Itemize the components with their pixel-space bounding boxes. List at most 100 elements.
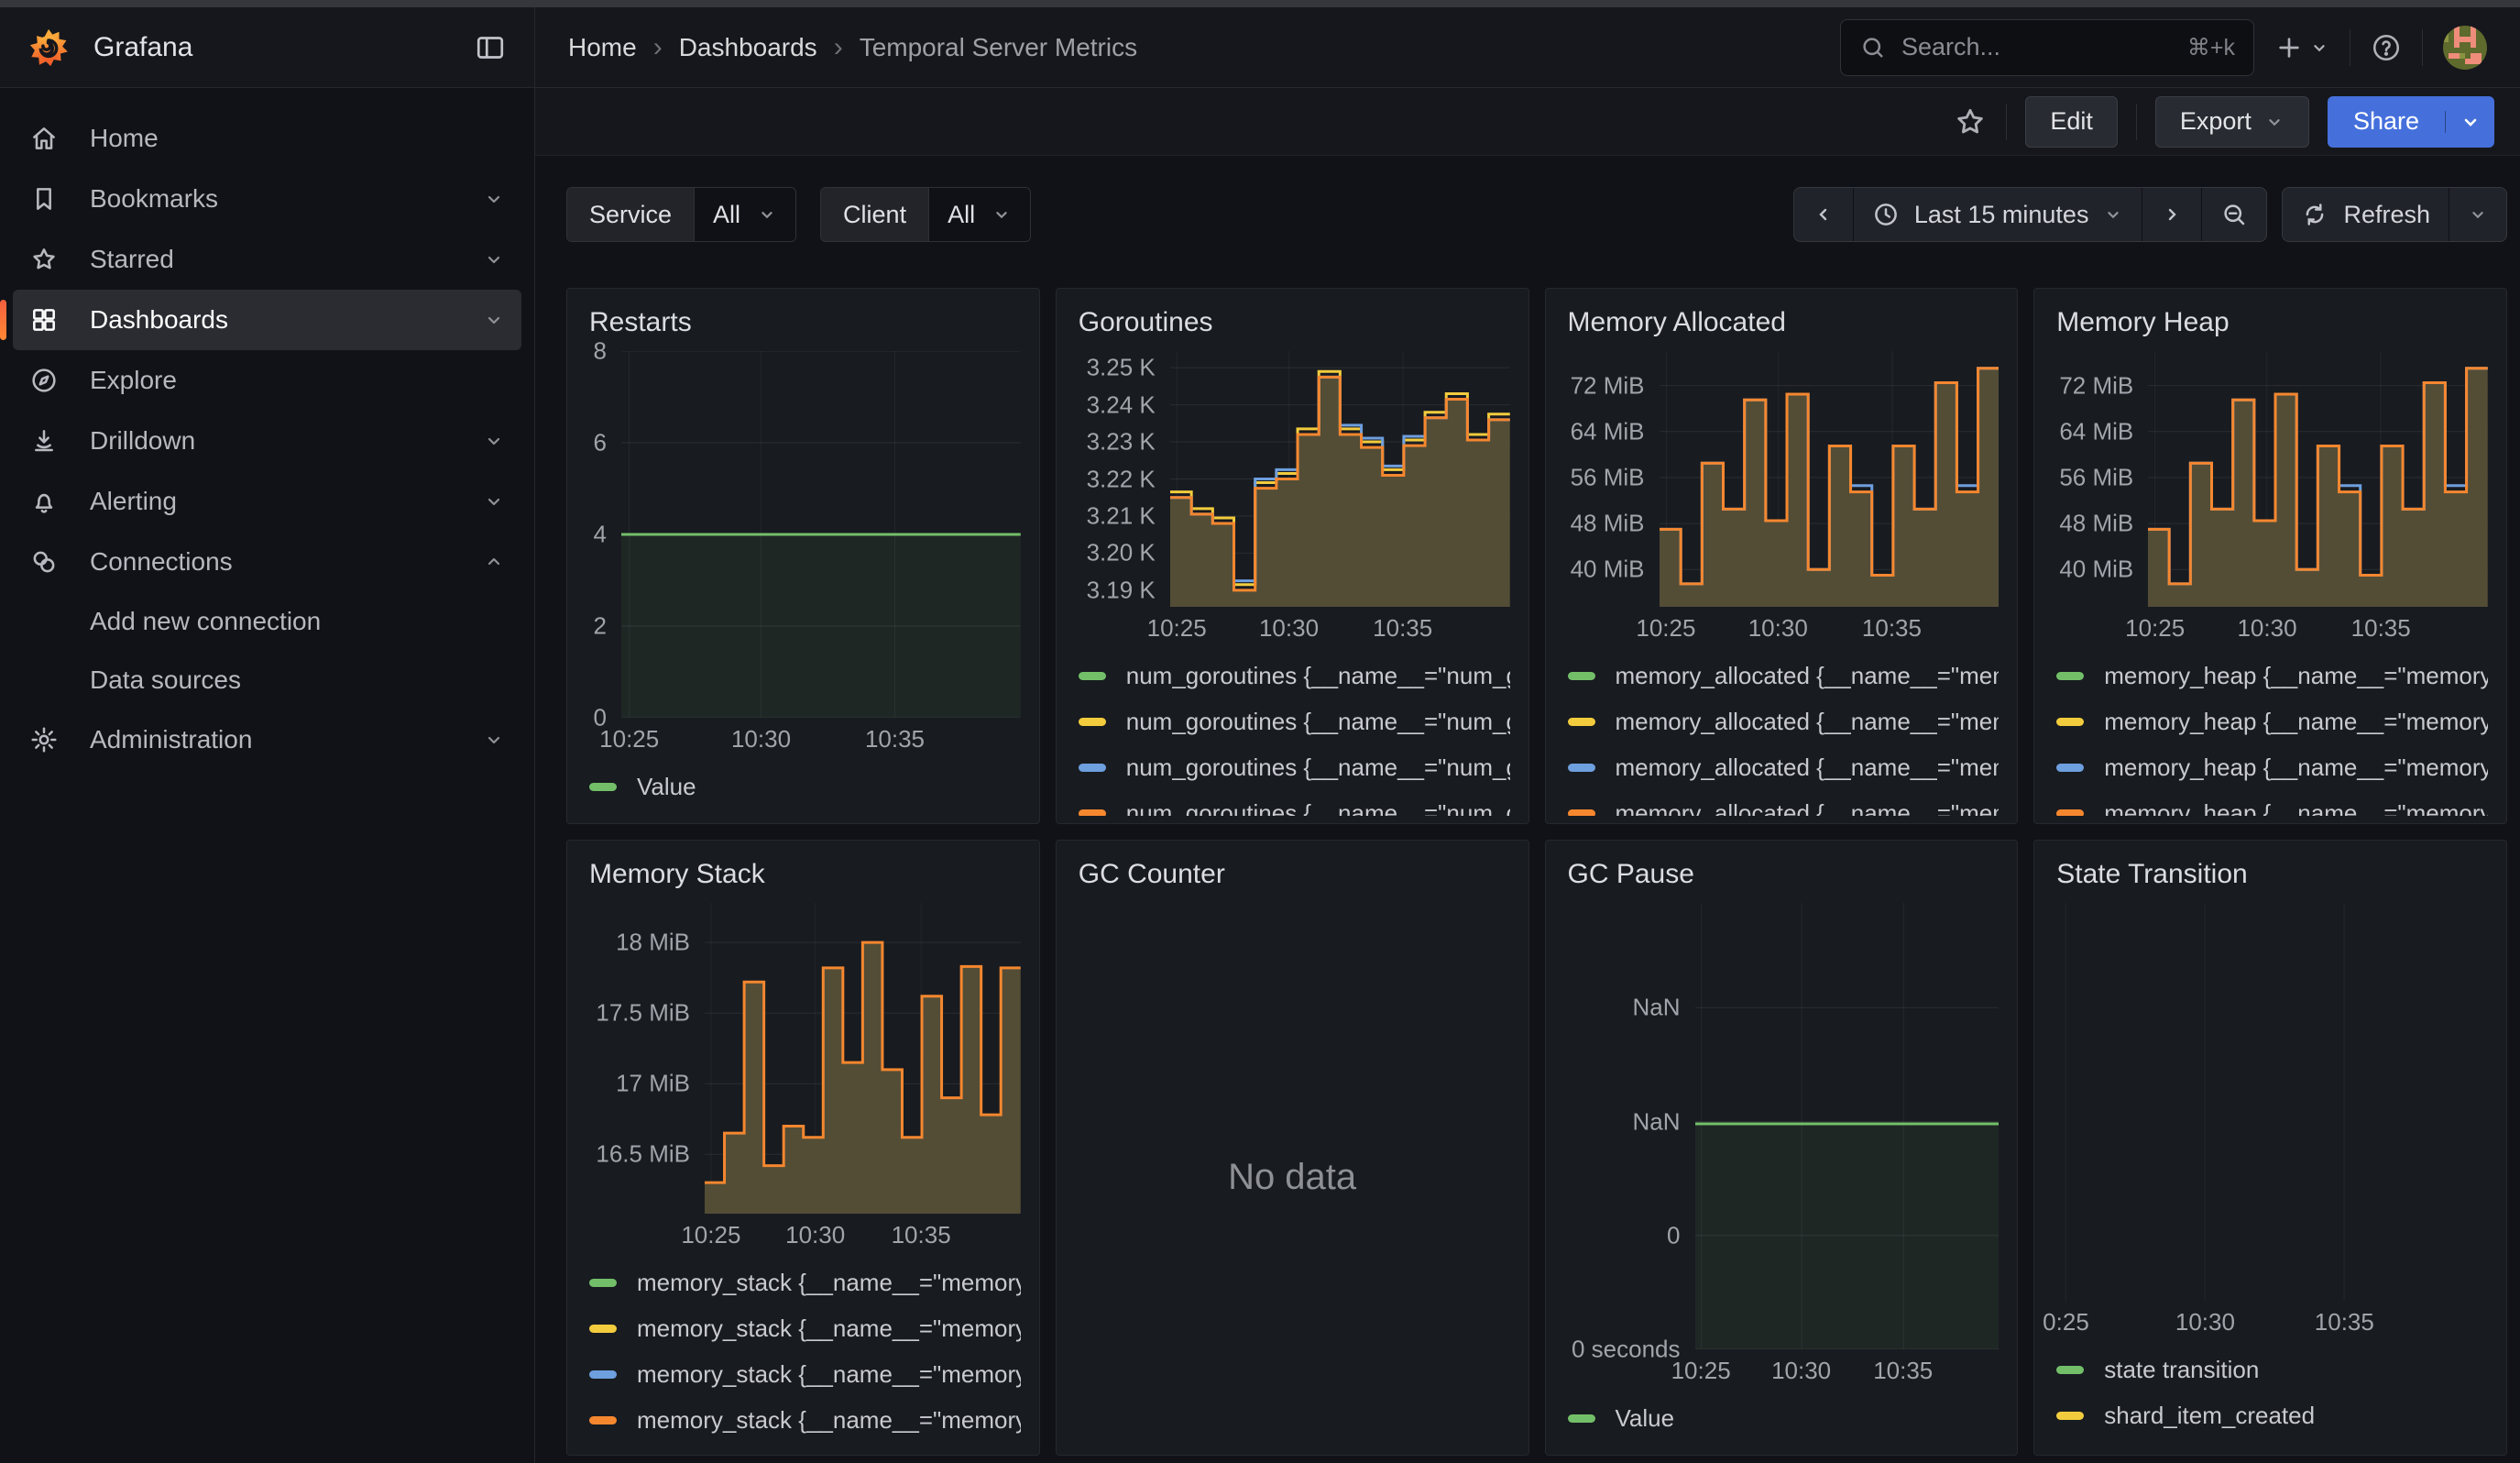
legend-label: memory_allocated {__name__="memo xyxy=(1616,708,2000,736)
panel-title[interactable]: GC Pause xyxy=(1564,850,2000,899)
refresh-button[interactable]: Refresh xyxy=(2283,188,2449,241)
panel-title[interactable]: Memory Stack xyxy=(586,850,1021,899)
time-shift-back-button[interactable] xyxy=(1794,188,1853,241)
y-axis-label: 72 MiB xyxy=(1571,371,1645,400)
time-range-picker[interactable]: Last 15 minutes xyxy=(1853,188,2142,241)
panel-chart[interactable]: 16.5 MiB17 MiB17.5 MiB18 MiB xyxy=(586,903,1021,1214)
sidebar-item-label: Connections xyxy=(90,547,233,577)
legend-label: memory_stack {__name__="memory_s xyxy=(637,1269,1021,1297)
legend-item[interactable]: memory_heap {__name__="memory_h xyxy=(2056,698,2488,744)
legend-item[interactable]: num_goroutines {__name__="num_go xyxy=(1079,698,1510,744)
legend-item[interactable]: memory_heap {__name__="memory_h xyxy=(2056,790,2488,816)
sidebar-item-data-sources[interactable]: Data sources xyxy=(0,651,534,710)
legend-label: memory_heap {__name__="memory_h xyxy=(2104,662,2488,690)
panel-title[interactable]: Goroutines xyxy=(1075,298,1510,347)
legend-item[interactable]: memory_heap {__name__="memory_h xyxy=(2056,744,2488,790)
sidebar-item-bookmarks[interactable]: Bookmarks xyxy=(13,169,521,229)
legend-item[interactable]: num_goroutines {__name__="num_go xyxy=(1079,744,1510,790)
legend-color-pill xyxy=(589,1325,617,1333)
legend-label: num_goroutines {__name__="num_go xyxy=(1126,799,1510,817)
y-axis-label: 3.23 K xyxy=(1087,428,1156,456)
panel-title[interactable]: Restarts xyxy=(586,298,1021,347)
sidebar-item-connections[interactable]: Connections xyxy=(13,532,521,592)
legend-item[interactable]: Value xyxy=(589,764,1021,809)
share-dropdown-button[interactable] xyxy=(2445,111,2494,133)
legend-label: memory_stack {__name__="memory_s xyxy=(637,1360,1021,1389)
panel-chart[interactable]: 3.19 K3.20 K3.21 K3.22 K3.23 K3.24 K3.25… xyxy=(1075,351,1510,607)
y-axis-label: 3.22 K xyxy=(1087,465,1156,493)
panel-chart[interactable]: 02468 xyxy=(586,351,1021,718)
legend-item[interactable]: num_goroutines {__name__="num_go xyxy=(1079,653,1510,698)
sidebar-item-starred[interactable]: Starred xyxy=(13,229,521,290)
sidebar-item-dashboards[interactable]: Dashboards xyxy=(13,290,521,350)
legend-item[interactable]: memory_stack {__name__="memory_s xyxy=(589,1305,1021,1351)
breadcrumb-dashboards[interactable]: Dashboards xyxy=(679,33,817,62)
top-navbar: Home › Dashboards › Temporal Server Metr… xyxy=(535,7,2520,88)
legend-item[interactable]: memory_allocated {__name__="memo xyxy=(1568,653,2000,698)
legend-item[interactable]: memory_stack {__name__="memory_s xyxy=(589,1351,1021,1397)
breadcrumb-home[interactable]: Home xyxy=(568,33,637,62)
user-avatar[interactable] xyxy=(2443,26,2487,70)
panel-chart[interactable]: 40 MiB48 MiB56 MiB64 MiB72 MiB xyxy=(2053,351,2488,607)
legend-label: memory_allocated {__name__="memo xyxy=(1616,754,2000,782)
panel-goroutines: Goroutines 3.19 K3.20 K3.21 K3.22 K3.23 … xyxy=(1056,288,1529,824)
chevron-down-icon xyxy=(483,729,505,751)
legend-item[interactable]: memory_stack {__name__="memory_s xyxy=(589,1397,1021,1443)
service-variable: Service All xyxy=(566,187,796,242)
refresh-interval-dropdown[interactable] xyxy=(2449,188,2506,241)
sidebar-item-explore[interactable]: Explore xyxy=(13,350,521,411)
chevron-down-icon xyxy=(2309,38,2329,58)
share-button-group: Share xyxy=(2328,96,2494,148)
panel-chart[interactable]: 40 MiB48 MiB56 MiB64 MiB72 MiB xyxy=(1564,351,2000,607)
legend-item[interactable]: shard_item_created xyxy=(2056,1392,2488,1438)
legend-color-pill xyxy=(2056,1366,2084,1374)
time-zoom-out-button[interactable] xyxy=(2201,188,2266,241)
new-button[interactable] xyxy=(2274,33,2329,62)
legend-item[interactable]: state transition xyxy=(2056,1347,2488,1392)
time-shift-forward-button[interactable] xyxy=(2142,188,2201,241)
sidebar-header: Grafana xyxy=(0,7,535,88)
y-axis-label: 0 xyxy=(1667,1221,1680,1249)
search-input[interactable] xyxy=(1900,32,2187,62)
legend-label: memory_heap {__name__="memory_h xyxy=(2104,754,2488,782)
x-axis-label: 10:30 xyxy=(785,1221,845,1249)
grafana-logo[interactable] xyxy=(27,27,70,69)
sidebar-item-drilldown[interactable]: Drilldown xyxy=(13,411,521,471)
y-axis-label: 2 xyxy=(594,612,607,641)
x-axis-label: 10:35 xyxy=(2351,614,2411,643)
edit-button[interactable]: Edit xyxy=(2025,96,2118,148)
legend-item[interactable]: memory_stack {__name__="memory_s xyxy=(589,1260,1021,1305)
sidebar-item-alerting[interactable]: Alerting xyxy=(13,471,521,532)
panel-chart[interactable]: 0 seconds0NaNNaN xyxy=(1564,903,2000,1349)
sidebar-item-administration[interactable]: Administration xyxy=(13,710,521,770)
sidebar-item-add-new-connection[interactable]: Add new connection xyxy=(0,592,534,651)
client-variable-picker[interactable]: All xyxy=(928,188,1030,241)
panel-title[interactable]: Memory Heap xyxy=(2053,298,2488,347)
legend-item[interactable]: memory_heap {__name__="memory_h xyxy=(2056,653,2488,698)
chevron-down-icon xyxy=(2460,111,2482,133)
panel-title[interactable]: GC Counter xyxy=(1075,850,1510,899)
panel-chart[interactable] xyxy=(2053,903,2488,1301)
connections-icon xyxy=(29,547,59,577)
x-axis-label: 10:30 xyxy=(1748,614,1808,643)
divider xyxy=(2136,104,2137,140)
panel-title[interactable]: Memory Allocated xyxy=(1564,298,2000,347)
dock-sidebar-icon[interactable] xyxy=(474,31,507,64)
panel-title[interactable]: State Transition xyxy=(2053,850,2488,899)
legend-item[interactable]: memory_allocated {__name__="memo xyxy=(1568,744,2000,790)
legend-item[interactable]: Value xyxy=(1568,1395,2000,1441)
help-button[interactable] xyxy=(2371,32,2402,63)
sidebar-item-home[interactable]: Home xyxy=(13,108,521,169)
service-variable-picker[interactable]: All xyxy=(694,188,795,241)
legend-color-pill xyxy=(589,783,617,791)
export-button[interactable]: Export xyxy=(2155,96,2309,148)
legend-item[interactable]: memory_allocated {__name__="memo xyxy=(1568,790,2000,816)
legend-label: memory_allocated {__name__="memo xyxy=(1616,662,2000,690)
y-axis-label: 18 MiB xyxy=(616,929,690,957)
share-button[interactable]: Share xyxy=(2328,107,2445,136)
legend-item[interactable]: num_goroutines {__name__="num_go xyxy=(1079,790,1510,816)
star-dashboard-button[interactable] xyxy=(1953,104,1988,139)
legend-label: num_goroutines {__name__="num_go xyxy=(1126,754,1510,782)
legend-item[interactable]: memory_allocated {__name__="memo xyxy=(1568,698,2000,744)
panels-grid: Restarts 02468 10:2510:3010:35 Value Gor… xyxy=(566,288,2507,1456)
